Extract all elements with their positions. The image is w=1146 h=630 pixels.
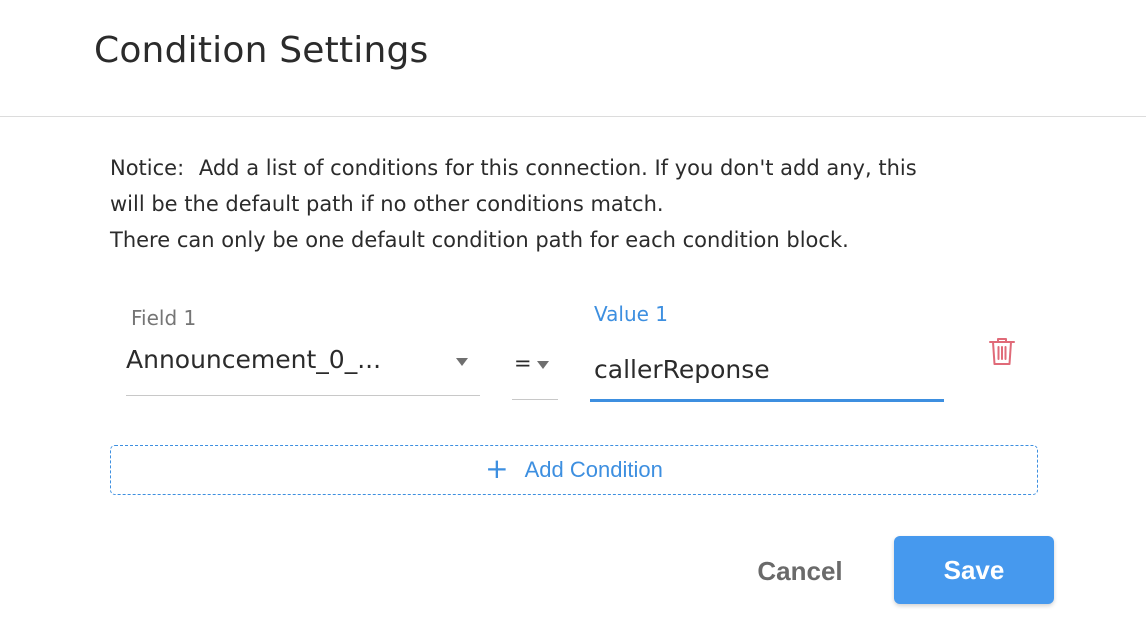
trash-icon: [989, 338, 1015, 365]
dialog-header: Condition Settings: [0, 0, 1146, 117]
cancel-button[interactable]: Cancel: [740, 546, 860, 596]
add-condition-button[interactable]: + Add Condition: [110, 445, 1038, 495]
operator-select[interactable]: =: [512, 340, 558, 400]
notice-prefix: Notice:: [110, 156, 185, 180]
add-condition-label: Add Condition: [524, 457, 663, 482]
operator-value: =: [514, 351, 532, 375]
field-label: Field 1: [131, 306, 197, 330]
value-input[interactable]: [590, 340, 944, 402]
save-button[interactable]: Save: [894, 536, 1054, 604]
notice-line-3: There can only be one default condition …: [110, 228, 849, 252]
condition-settings-dialog: Condition Settings Notice: Add a list of…: [0, 0, 1146, 630]
notice-line-1: Notice: Add a list of conditions for thi…: [110, 150, 1050, 186]
field-select[interactable]: Announcement_0_...: [126, 340, 480, 396]
notice-text: Notice: Add a list of conditions for thi…: [110, 150, 1050, 258]
chevron-down-icon: [456, 358, 468, 366]
delete-condition-button[interactable]: [984, 334, 1020, 370]
notice-line-2: will be the default path if no other con…: [110, 192, 664, 216]
value-label: Value 1: [594, 302, 669, 326]
plus-icon: +: [485, 451, 509, 485]
field-select-value: Announcement_0_...: [126, 345, 382, 374]
dialog-title: Condition Settings: [94, 30, 429, 71]
notice-line-1-text: Add a list of conditions for this connec…: [198, 156, 917, 180]
chevron-down-icon: [537, 361, 549, 369]
